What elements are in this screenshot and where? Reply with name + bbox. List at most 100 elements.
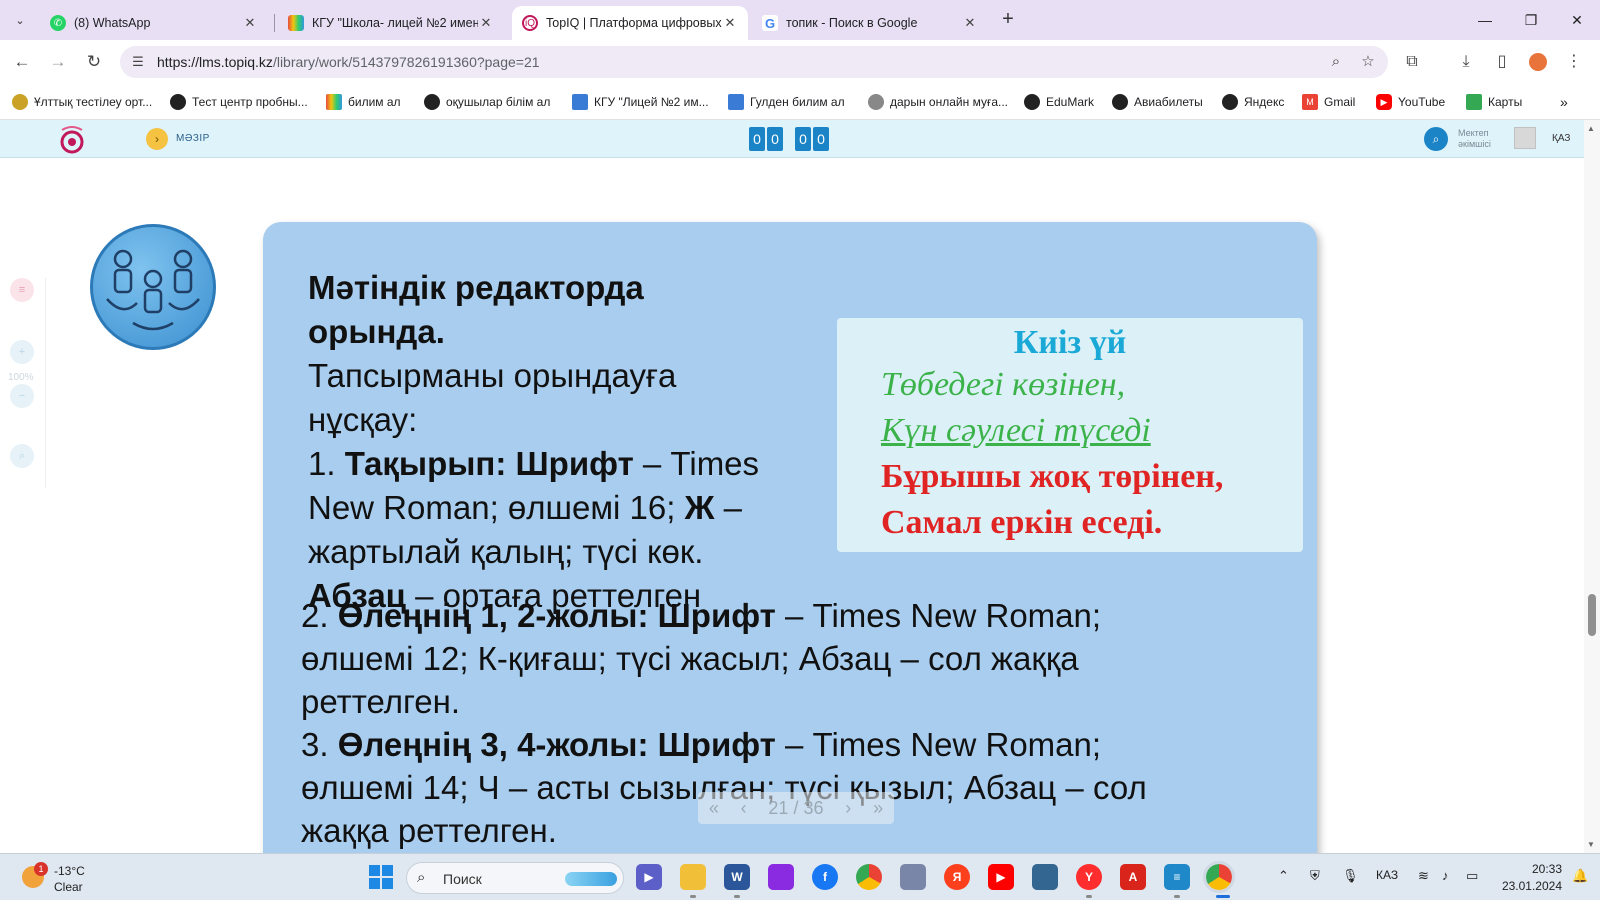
bookmark-item[interactable]: Авиабилеты: [1112, 92, 1203, 112]
meet-icon[interactable]: ▶: [636, 864, 662, 890]
more-bookmarks-icon[interactable]: »: [1560, 92, 1568, 112]
bookmark-item[interactable]: ▶ YouTube: [1376, 92, 1445, 112]
pdf-reader-icon[interactable]: A: [1120, 864, 1146, 890]
google-icon: G: [762, 15, 778, 31]
downloads-icon[interactable]: ⤓: [1454, 50, 1478, 74]
word-icon[interactable]: W: [724, 864, 750, 890]
wifi-icon[interactable]: ≋: [1418, 868, 1429, 884]
scrollbar-thumb[interactable]: [1588, 594, 1596, 636]
close-window-button[interactable]: ✕: [1562, 8, 1592, 32]
volume-icon[interactable]: ♪: [1442, 868, 1449, 883]
prev-page-button[interactable]: ‹: [741, 798, 747, 819]
step-text: New Roman; өлшемі 16;: [308, 489, 676, 526]
close-tab-icon[interactable]: ✕: [962, 15, 978, 31]
tab-google[interactable]: G топик - Поиск в Google ✕: [752, 6, 988, 40]
bookmark-item[interactable]: КГУ "Лицей №2 им...: [572, 92, 709, 112]
new-tab-button[interactable]: +: [996, 8, 1020, 32]
tab-search-menu-button[interactable]: ⌄: [8, 8, 32, 32]
url-text[interactable]: https://lms.topiq.kz/library/work/514379…: [157, 54, 540, 70]
zoom-icon[interactable]: ⌕: [1326, 52, 1346, 72]
menu-toggle-button[interactable]: ›: [146, 128, 168, 150]
bookmark-label: Тест центр пробны...: [192, 95, 308, 109]
notepad-icon[interactable]: ≡: [1164, 864, 1190, 890]
restore-button[interactable]: ❐: [1516, 8, 1546, 32]
bookmark-item[interactable]: оқушылар білім ал: [424, 92, 550, 112]
extensions-icon[interactable]: ⧉: [1400, 50, 1424, 74]
close-tab-icon[interactable]: ✕: [478, 15, 494, 31]
show-hidden-icons[interactable]: ⌃: [1278, 868, 1289, 884]
step-text: жартылай қалың; түсі көк.: [308, 533, 704, 570]
language-switcher[interactable]: ҚАЗ: [1552, 133, 1570, 144]
page-separator: /: [793, 797, 799, 818]
facebook-icon[interactable]: f: [812, 864, 838, 890]
bookmarks-bar: Ұлттық тестілеу орт... Тест центр пробны…: [0, 84, 1600, 120]
forward-button[interactable]: →: [46, 50, 70, 74]
avatar[interactable]: [1514, 127, 1536, 149]
search-placeholder: Поиск: [443, 871, 482, 887]
reload-button[interactable]: ↻: [82, 50, 106, 74]
tab-topiq[interactable]: iQ TopIQ | Платформа цифровых ✕: [512, 6, 748, 40]
url-host: https://lms.topiq.kz: [157, 54, 273, 70]
bookmark-item[interactable]: M Gmail: [1302, 92, 1355, 112]
site-settings-icon[interactable]: ☰: [128, 52, 148, 72]
taskbar-search[interactable]: ⌕ Поиск: [406, 862, 624, 894]
input-language[interactable]: КАЗ: [1376, 868, 1398, 882]
profile-avatar-icon[interactable]: [1526, 50, 1550, 74]
search-icon[interactable]: ⌕: [1424, 127, 1448, 151]
back-button[interactable]: ←: [10, 50, 34, 74]
globe-icon: [1222, 94, 1238, 110]
side-panel-icon[interactable]: ▯: [1490, 50, 1514, 74]
postgres-icon[interactable]: [1032, 864, 1058, 890]
yandex-icon[interactable]: Я: [944, 864, 970, 890]
file-explorer-icon[interactable]: [680, 864, 706, 890]
poem-line: Күн сәулесі түседі: [881, 412, 1151, 449]
menu-label[interactable]: МӘЗІР: [176, 133, 210, 144]
scroll-down-icon[interactable]: ▼: [1587, 840, 1595, 849]
zoom-in-icon[interactable]: +: [10, 340, 34, 364]
bookmark-item[interactable]: Тест центр пробны...: [170, 92, 308, 112]
bookmark-label: EduMark: [1046, 95, 1095, 109]
bookmark-item[interactable]: Карты: [1466, 92, 1522, 112]
bookmark-item[interactable]: EduMark: [1024, 92, 1094, 112]
tab-school[interactable]: КГУ "Школа- лицей №2 имени ✕: [278, 6, 504, 40]
bookmark-item[interactable]: билим ал: [326, 92, 401, 112]
bookmark-item[interactable]: Ұлттық тестілеу орт...: [12, 92, 152, 112]
scroll-up-icon[interactable]: ▲: [1587, 124, 1595, 133]
yandex-browser-icon[interactable]: Y: [1076, 864, 1102, 890]
globe-icon: [170, 94, 186, 110]
bookmark-star-icon[interactable]: ☆: [1358, 52, 1378, 72]
close-tab-icon[interactable]: ✕: [722, 15, 738, 31]
next-page-button[interactable]: ›: [845, 798, 851, 819]
step-2: 2. Өлеңнің 1, 2-жолы: Шрифт – Times New …: [301, 594, 1261, 637]
app-icon[interactable]: [900, 864, 926, 890]
battery-icon[interactable]: ▭: [1466, 868, 1478, 884]
notifications-icon[interactable]: 🔔: [1572, 868, 1588, 884]
chrome-active-icon[interactable]: [1203, 861, 1235, 893]
clock[interactable]: 20:33 23.01.2024: [1498, 861, 1562, 895]
chrome-icon[interactable]: [856, 864, 882, 890]
start-button[interactable]: [369, 865, 393, 889]
browser-menu-icon[interactable]: ⋮: [1562, 50, 1586, 74]
security-icon[interactable]: ⛨: [1310, 868, 1320, 884]
tab-whatsapp[interactable]: ✆ (8) WhatsApp ✕: [40, 6, 268, 40]
last-page-button[interactable]: »: [873, 798, 883, 819]
search-icon[interactable]: ⌕: [10, 444, 34, 468]
reader-content: ≡ + 100% − ⌕ Мәтіндік редакторда орында.…: [0, 158, 1584, 853]
first-page-button[interactable]: «: [709, 798, 719, 819]
winrar-icon[interactable]: [768, 864, 794, 890]
zoom-out-icon[interactable]: −: [10, 384, 34, 408]
address-bar[interactable]: ☰ https://lms.topiq.kz/library/work/5143…: [120, 46, 1388, 78]
minimize-button[interactable]: —: [1470, 8, 1500, 32]
bookmark-item[interactable]: Гулден билим ал: [728, 92, 845, 112]
youtube-icon[interactable]: ▶: [988, 864, 1014, 890]
topiq-logo[interactable]: [56, 124, 90, 154]
microphone-icon[interactable]: 🎙: [1342, 868, 1359, 884]
list-icon[interactable]: ≡: [10, 278, 34, 302]
page-scrollbar[interactable]: ▲ ▼: [1584, 120, 1600, 853]
bookmark-item[interactable]: дарын онлайн муға...: [868, 92, 1008, 112]
bookmark-item[interactable]: Яндекс: [1222, 92, 1284, 112]
close-tab-icon[interactable]: ✕: [242, 15, 258, 31]
gmail-icon: M: [1302, 94, 1318, 110]
zoom-level: 100%: [8, 372, 34, 383]
step-keyword: Өлеңнің 1, 2-жолы: Шрифт: [337, 597, 776, 634]
